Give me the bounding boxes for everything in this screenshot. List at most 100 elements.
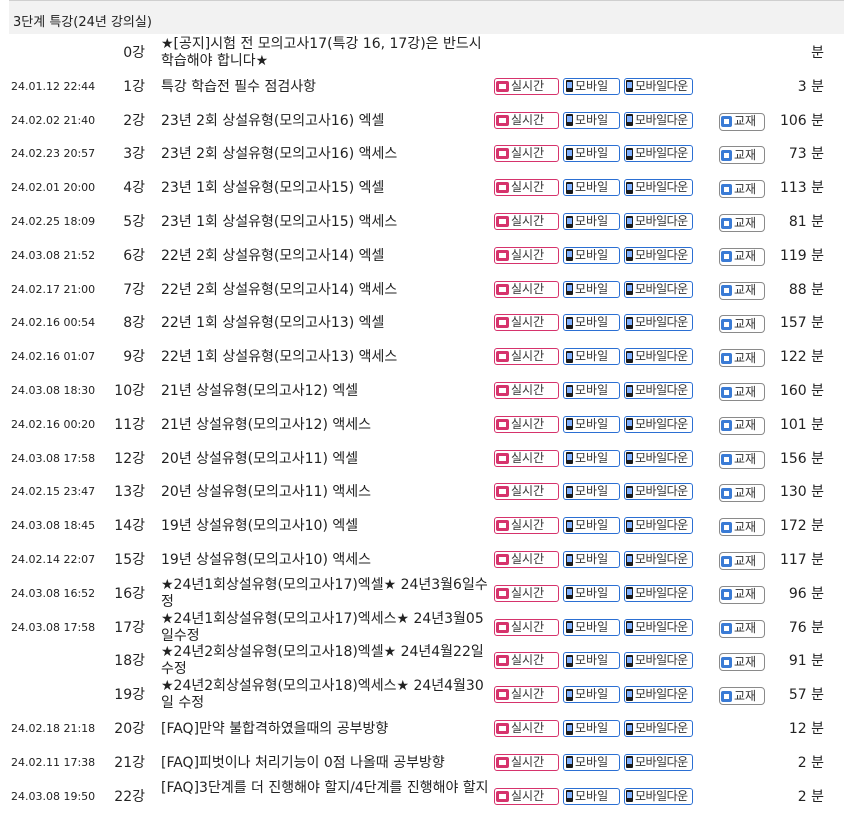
mobile-button[interactable]: 모바일 [563, 415, 620, 433]
lecture-title-link[interactable]: 22년 2회 상설유형(모의고사14) 액세스 [161, 273, 494, 307]
mobile-button[interactable]: 모바일 [563, 213, 620, 230]
lecture-title-link[interactable]: 22년 1회 상설유형(모의고사13) 엑셀 [161, 306, 494, 340]
mobile-button[interactable]: 모바일 [563, 551, 620, 568]
live-stream-button[interactable]: 실시간 [494, 145, 559, 163]
mobile-button[interactable]: 모바일 [563, 449, 620, 467]
mobile-download-button[interactable]: 모바일다운 [624, 77, 693, 95]
live-stream-button[interactable]: 실시간 [494, 517, 559, 535]
lecture-title-link[interactable]: 23년 2회 상설유형(모의고사16) 엑셀 [161, 104, 494, 138]
lecture-title-link[interactable]: [FAQ]3단계를 더 진행해야 할지/4단계를 진행해야 할지 [161, 780, 494, 814]
mobile-button[interactable]: 모바일 [563, 686, 620, 704]
live-stream-button[interactable]: 실시간 [494, 551, 559, 568]
textbook-button[interactable]: 교재 [719, 450, 765, 469]
textbook-button[interactable]: 교재 [719, 281, 765, 300]
live-stream-button[interactable]: 실시간 [494, 753, 559, 771]
lecture-title-link[interactable]: 특강 학습전 필수 점검사항 [161, 70, 494, 104]
lecture-title-link[interactable]: ★24년2회상설유형(모의고사18)엑세스★ 24년4월30일 수정 [161, 678, 494, 712]
mobile-button[interactable]: 모바일 [563, 111, 620, 129]
textbook-button[interactable]: 교재 [719, 552, 765, 570]
textbook-button[interactable]: 교재 [719, 653, 765, 672]
textbook-button[interactable]: 교재 [719, 619, 765, 638]
mobile-download-button[interactable]: 모바일다운 [624, 449, 693, 467]
mobile-button[interactable]: 모바일 [563, 753, 620, 771]
live-stream-button[interactable]: 실시간 [494, 179, 559, 197]
mobile-button[interactable]: 모바일 [563, 280, 620, 298]
live-stream-button[interactable]: 실시간 [494, 111, 559, 129]
mobile-button[interactable]: 모바일 [563, 652, 620, 670]
mobile-download-button[interactable]: 모바일다운 [624, 213, 693, 230]
mobile-download-button[interactable]: 모바일다운 [624, 111, 693, 129]
mobile-download-button[interactable]: 모바일다운 [624, 179, 693, 197]
live-stream-button[interactable]: 실시간 [494, 77, 559, 95]
mobile-download-button[interactable]: 모바일다운 [624, 382, 693, 399]
mobile-download-button[interactable]: 모바일다운 [624, 652, 693, 670]
mobile-button[interactable]: 모바일 [563, 517, 620, 535]
live-stream-button[interactable]: 실시간 [494, 415, 559, 433]
lecture-title-link[interactable]: 20년 상설유형(모의고사11) 엑셀 [161, 442, 494, 476]
textbook-button[interactable]: 교재 [719, 180, 765, 199]
textbook-button[interactable]: 교재 [719, 383, 765, 401]
mobile-download-button[interactable]: 모바일다운 [624, 246, 693, 264]
lecture-title-link[interactable]: 21년 상설유형(모의고사12) 액세스 [161, 408, 494, 442]
lecture-title-link[interactable]: ★[공지]시험 전 모의고사17(특강 16, 17강)은 반드시 학습해야 합… [161, 36, 494, 70]
lecture-title-link[interactable]: [FAQ]만약 불합격하였을때의 공부방향 [161, 712, 494, 746]
mobile-download-button[interactable]: 모바일다운 [624, 551, 693, 568]
mobile-download-button[interactable]: 모바일다운 [624, 415, 693, 433]
mobile-button[interactable]: 모바일 [563, 77, 620, 95]
mobile-download-button[interactable]: 모바일다운 [624, 280, 693, 298]
live-stream-button[interactable]: 실시간 [494, 382, 559, 399]
textbook-button[interactable]: 교재 [719, 585, 765, 604]
mobile-button[interactable]: 모바일 [563, 787, 620, 805]
live-stream-button[interactable]: 실시간 [494, 686, 559, 704]
lecture-title-link[interactable]: 19년 상설유형(모의고사10) 엑셀 [161, 509, 494, 543]
mobile-download-button[interactable]: 모바일다운 [624, 618, 693, 636]
live-stream-button[interactable]: 실시간 [494, 652, 559, 670]
mobile-button[interactable]: 모바일 [563, 483, 620, 501]
live-stream-button[interactable]: 실시간 [494, 483, 559, 501]
lecture-title-link[interactable]: 22년 2회 상설유형(모의고사14) 엑셀 [161, 239, 494, 273]
textbook-button[interactable]: 교재 [719, 349, 765, 368]
lecture-title-link[interactable]: ★24년1회상설유형(모의고사17)엑세스★ 24년3월05일수정 [161, 611, 494, 645]
lecture-title-link[interactable]: 23년 1회 상설유형(모의고사15) 액세스 [161, 205, 494, 239]
textbook-button[interactable]: 교재 [719, 214, 765, 232]
lecture-title-link[interactable]: 20년 상설유형(모의고사11) 액세스 [161, 475, 494, 509]
mobile-download-button[interactable]: 모바일다운 [624, 348, 693, 366]
lecture-title-link[interactable]: ★24년2회상설유형(모의고사18)엑셀★ 24년4월22일수정 [161, 644, 494, 678]
mobile-download-button[interactable]: 모바일다운 [624, 145, 693, 163]
textbook-button[interactable]: 교재 [719, 315, 765, 334]
mobile-button[interactable]: 모바일 [563, 720, 620, 737]
mobile-button[interactable]: 모바일 [563, 584, 620, 602]
textbook-button[interactable]: 교재 [719, 247, 765, 266]
textbook-button[interactable]: 교재 [719, 687, 765, 706]
live-stream-button[interactable]: 실시간 [494, 584, 559, 602]
textbook-button[interactable]: 교재 [719, 112, 765, 131]
lecture-title-link[interactable]: 22년 1회 상설유형(모의고사13) 액세스 [161, 340, 494, 374]
lecture-title-link[interactable]: 23년 1회 상설유형(모의고사15) 엑셀 [161, 171, 494, 205]
live-stream-button[interactable]: 실시간 [494, 348, 559, 366]
live-stream-button[interactable]: 실시간 [494, 280, 559, 298]
mobile-download-button[interactable]: 모바일다운 [624, 720, 693, 737]
mobile-button[interactable]: 모바일 [563, 314, 620, 332]
mobile-download-button[interactable]: 모바일다운 [624, 753, 693, 771]
textbook-button[interactable]: 교재 [719, 416, 765, 435]
lecture-title-link[interactable]: ★24년1회상설유형(모의고사17)엑셀★ 24년3월6일수정 [161, 577, 494, 611]
lecture-title-link[interactable]: [FAQ]피벗이나 처리기능이 0점 나올때 공부방향 [161, 746, 494, 780]
lecture-title-link[interactable]: 23년 2회 상설유형(모의고사16) 액세스 [161, 137, 494, 171]
mobile-download-button[interactable]: 모바일다운 [624, 517, 693, 535]
mobile-download-button[interactable]: 모바일다운 [624, 787, 693, 805]
lecture-title-link[interactable]: 19년 상설유형(모의고사10) 액세스 [161, 543, 494, 577]
mobile-button[interactable]: 모바일 [563, 145, 620, 163]
lecture-title-link[interactable]: 21년 상설유형(모의고사12) 엑셀 [161, 374, 494, 408]
live-stream-button[interactable]: 실시간 [494, 246, 559, 264]
mobile-button[interactable]: 모바일 [563, 348, 620, 366]
live-stream-button[interactable]: 실시간 [494, 618, 559, 636]
mobile-button[interactable]: 모바일 [563, 246, 620, 264]
live-stream-button[interactable]: 실시간 [494, 314, 559, 332]
mobile-download-button[interactable]: 모바일다운 [624, 686, 693, 704]
textbook-button[interactable]: 교재 [719, 518, 765, 537]
mobile-button[interactable]: 모바일 [563, 179, 620, 197]
textbook-button[interactable]: 교재 [719, 484, 765, 503]
mobile-download-button[interactable]: 모바일다운 [624, 584, 693, 602]
live-stream-button[interactable]: 실시간 [494, 720, 559, 737]
mobile-download-button[interactable]: 모바일다운 [624, 483, 693, 501]
